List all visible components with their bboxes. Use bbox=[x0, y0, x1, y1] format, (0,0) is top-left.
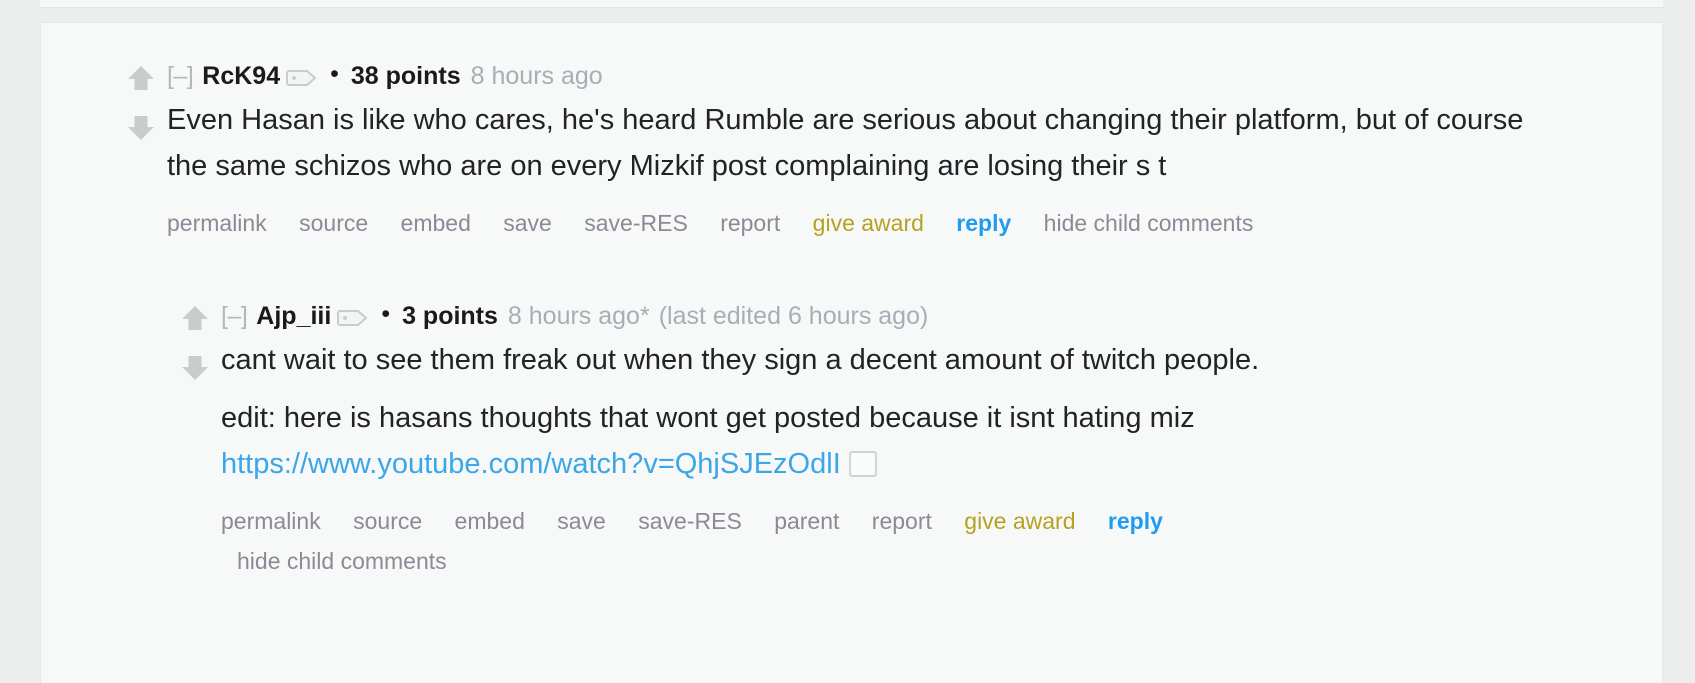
user-tag-icon[interactable] bbox=[337, 306, 369, 328]
upvote-arrow-icon[interactable] bbox=[178, 301, 212, 335]
collapse-toggle[interactable]: [–] bbox=[167, 61, 194, 91]
action-reply[interactable]: reply bbox=[1108, 508, 1163, 534]
action-source[interactable]: source bbox=[353, 508, 422, 534]
action-save-res[interactable]: save-RES bbox=[638, 508, 742, 534]
comment-paragraph: Even Hasan is like who cares, he's heard… bbox=[167, 104, 1524, 182]
comment-paragraph-edit: edit: here is hasans thoughts that wont … bbox=[221, 395, 1541, 487]
comment-panel: [–] RcK94 • 38 points 8 hours ago Even H… bbox=[40, 22, 1663, 683]
action-source[interactable]: source bbox=[299, 210, 368, 236]
action-permalink[interactable]: permalink bbox=[167, 210, 267, 236]
comment-text: Even Hasan is like who cares, he's heard… bbox=[167, 97, 1557, 189]
expando-button[interactable] bbox=[848, 451, 877, 477]
action-hide-child-comments[interactable]: hide child comments bbox=[237, 548, 447, 574]
vote-controls bbox=[115, 61, 167, 145]
comment-body-column: [–] RcK94 • 38 points 8 hours ago Even H… bbox=[115, 61, 1662, 243]
comment-thread-item: [–] RcK94 • 38 points 8 hours ago Even H… bbox=[41, 61, 1662, 243]
action-permalink[interactable]: permalink bbox=[221, 508, 321, 534]
comment-author[interactable]: Ajp_iii bbox=[256, 301, 331, 331]
comment-tagline: [–] RcK94 • 38 points 8 hours ago bbox=[167, 61, 1662, 91]
action-save-res[interactable]: save-RES bbox=[584, 210, 688, 236]
comment-action-bar: permalink source embed save save-RES par… bbox=[221, 501, 1641, 581]
action-embed[interactable]: embed bbox=[455, 508, 525, 534]
comment-timestamp: 8 hours ago* bbox=[507, 302, 650, 330]
comment-action-bar: permalink source embed save save-RES rep… bbox=[167, 203, 1587, 243]
collapse-toggle[interactable]: [–] bbox=[221, 301, 248, 331]
reddit-comment-thread: [–] RcK94 • 38 points 8 hours ago Even H… bbox=[0, 0, 1695, 683]
action-give-award[interactable]: give award bbox=[813, 210, 924, 236]
action-parent[interactable]: parent bbox=[774, 508, 839, 534]
comment-author[interactable]: RcK94 bbox=[202, 61, 280, 91]
action-reply[interactable]: reply bbox=[956, 210, 1011, 236]
tagline-separator: • bbox=[381, 299, 391, 328]
action-bar-line-1: permalink source embed save save-RES par… bbox=[221, 501, 1641, 541]
comment-tagline: [–] Ajp_iii • 3 points 8 hours ago* (las… bbox=[221, 301, 1662, 331]
comment-score: 3 points bbox=[402, 302, 498, 330]
action-report[interactable]: report bbox=[720, 210, 780, 236]
upvote-arrow-icon[interactable] bbox=[124, 61, 158, 95]
youtube-link[interactable]: https://www.youtube.com/watch?v=QhjSJEzO… bbox=[221, 448, 841, 480]
tagline-separator: • bbox=[330, 59, 339, 88]
comment-edited-note: (last edited 6 hours ago) bbox=[658, 302, 929, 330]
edit-note-text: edit: here is hasans thoughts that wont … bbox=[221, 402, 1195, 434]
downvote-arrow-icon[interactable] bbox=[178, 351, 212, 385]
comment-body-column: [–] Ajp_iii • 3 points 8 hours ago* (las… bbox=[169, 301, 1662, 581]
user-tag-icon[interactable] bbox=[286, 66, 318, 88]
action-hide-child-comments[interactable]: hide child comments bbox=[1044, 210, 1254, 236]
comment-paragraph: cant wait to see them freak out when the… bbox=[221, 344, 1260, 376]
action-bar-line-2: hide child comments bbox=[221, 541, 1641, 581]
comment-thread-item: [–] Ajp_iii • 3 points 8 hours ago* (las… bbox=[41, 301, 1662, 581]
comment-timestamp: 8 hours ago bbox=[470, 62, 603, 90]
comment-score: 38 points bbox=[350, 62, 461, 90]
action-save[interactable]: save bbox=[557, 508, 606, 534]
vote-controls bbox=[169, 301, 221, 385]
comment-text: cant wait to see them freak out when the… bbox=[221, 337, 1541, 487]
downvote-arrow-icon[interactable] bbox=[124, 111, 158, 145]
action-report[interactable]: report bbox=[872, 508, 932, 534]
page-top-strip bbox=[40, 0, 1663, 8]
action-give-award[interactable]: give award bbox=[964, 508, 1075, 534]
action-embed[interactable]: embed bbox=[401, 210, 471, 236]
action-save[interactable]: save bbox=[503, 210, 552, 236]
